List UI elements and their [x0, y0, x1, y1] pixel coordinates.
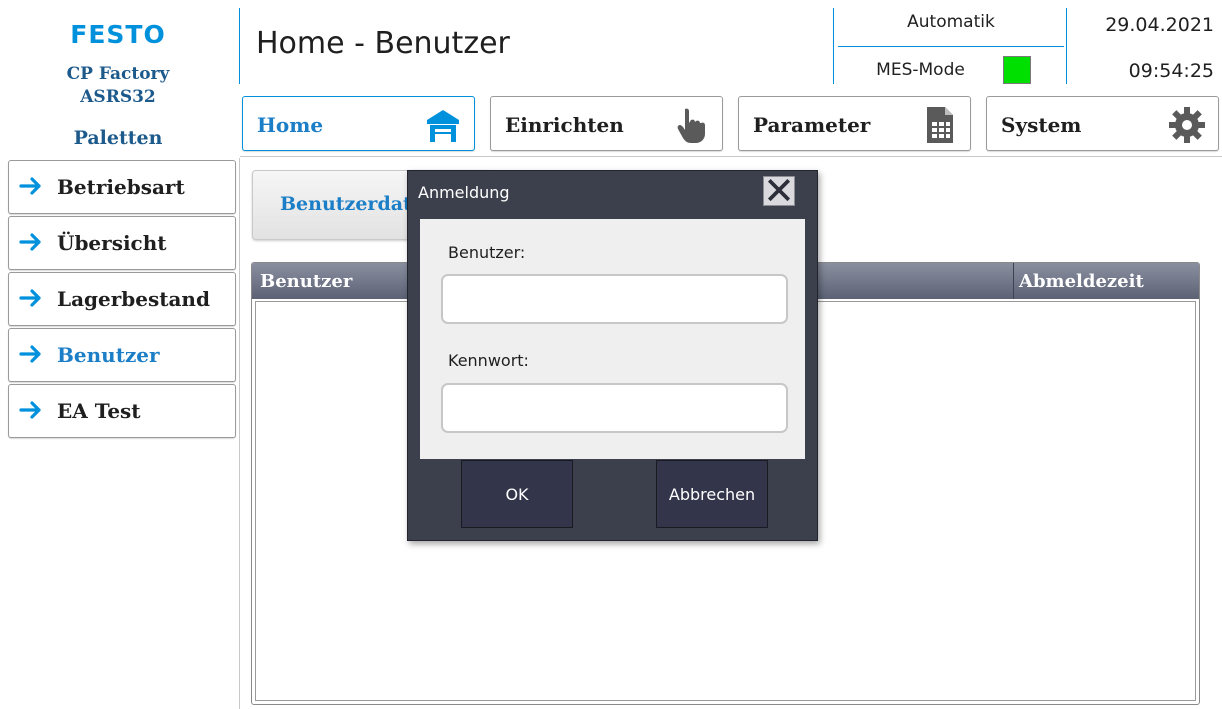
dialog-body: Benutzer: Kennwort:	[420, 219, 805, 459]
login-dialog: Anmeldung Benutzer: Kennwort: OK Abbrech…	[407, 170, 818, 541]
column-header-abmeldezeit: Abmeldezeit	[1019, 271, 1144, 292]
column-header-benutzer: Benutzer	[260, 271, 353, 292]
dialog-footer: OK Abbrechen	[420, 460, 805, 528]
festo-logo: FESTO	[70, 20, 166, 49]
header-divider	[833, 8, 834, 84]
sidebar-item-label: Übersicht	[57, 231, 167, 255]
time-display: 09:54:25	[1128, 60, 1214, 82]
sidebar-item-label: EA Test	[57, 399, 141, 423]
arrow-right-icon	[19, 233, 41, 251]
nav-einrichten-button[interactable]: Einrichten	[490, 96, 723, 151]
nav-system-label: System	[1001, 113, 1082, 137]
arrow-right-icon	[19, 345, 41, 363]
nav-home-button[interactable]: Home	[242, 96, 475, 151]
station-type: Paletten	[73, 127, 163, 149]
gear-icon	[1169, 107, 1205, 143]
nav-divider	[240, 156, 1222, 157]
mes-status-indicator	[1003, 56, 1031, 84]
operating-mode: Automatik	[907, 12, 995, 32]
arrow-right-icon	[19, 289, 41, 307]
sidebar-item-betriebsart[interactable]: Betriebsart	[8, 160, 236, 214]
station-name: CP Factory	[66, 64, 170, 84]
mes-mode-label: MES-Mode	[876, 60, 965, 80]
close-icon	[767, 179, 791, 202]
username-input[interactable]	[441, 274, 788, 324]
hand-pointer-icon	[677, 108, 705, 143]
nav-parameter-label: Parameter	[753, 113, 871, 137]
logo-block: FESTO CP Factory ASRS32 Paletten	[0, 0, 236, 156]
status-divider	[838, 46, 1064, 47]
password-input[interactable]	[441, 383, 788, 433]
sidebar-item-label: Lagerbestand	[57, 287, 210, 311]
nav-einrichten-label: Einrichten	[505, 113, 624, 137]
document-icon	[927, 107, 953, 143]
header-divider	[239, 8, 240, 84]
home-icon	[427, 110, 459, 142]
cancel-button[interactable]: Abbrechen	[656, 460, 768, 528]
sidebar-divider	[239, 158, 240, 709]
header-divider	[1066, 8, 1067, 84]
sidebar-item-uebersicht[interactable]: Übersicht	[8, 216, 236, 270]
page-title: Home - Benutzer	[256, 26, 510, 61]
arrow-right-icon	[19, 401, 41, 419]
dialog-title: Anmeldung	[418, 183, 510, 202]
nav-parameter-button[interactable]: Parameter	[738, 96, 971, 151]
column-divider	[1013, 263, 1014, 299]
sidebar-item-ea-test[interactable]: EA Test	[8, 384, 236, 438]
sidebar-item-benutzer[interactable]: Benutzer	[8, 328, 236, 382]
ok-button[interactable]: OK	[461, 460, 573, 528]
password-label: Kennwort:	[448, 351, 529, 370]
sidebar-item-label: Benutzer	[57, 343, 160, 367]
sidebar-item-label: Betriebsart	[57, 175, 185, 199]
sidebar-item-lagerbestand[interactable]: Lagerbestand	[8, 272, 236, 326]
nav-system-button[interactable]: System	[986, 96, 1219, 151]
nav-home-label: Home	[257, 113, 324, 137]
station-id: ASRS32	[80, 87, 156, 107]
username-label: Benutzer:	[448, 243, 526, 262]
close-button[interactable]	[763, 176, 795, 206]
arrow-right-icon	[19, 177, 41, 195]
date-display: 29.04.2021	[1105, 14, 1214, 36]
